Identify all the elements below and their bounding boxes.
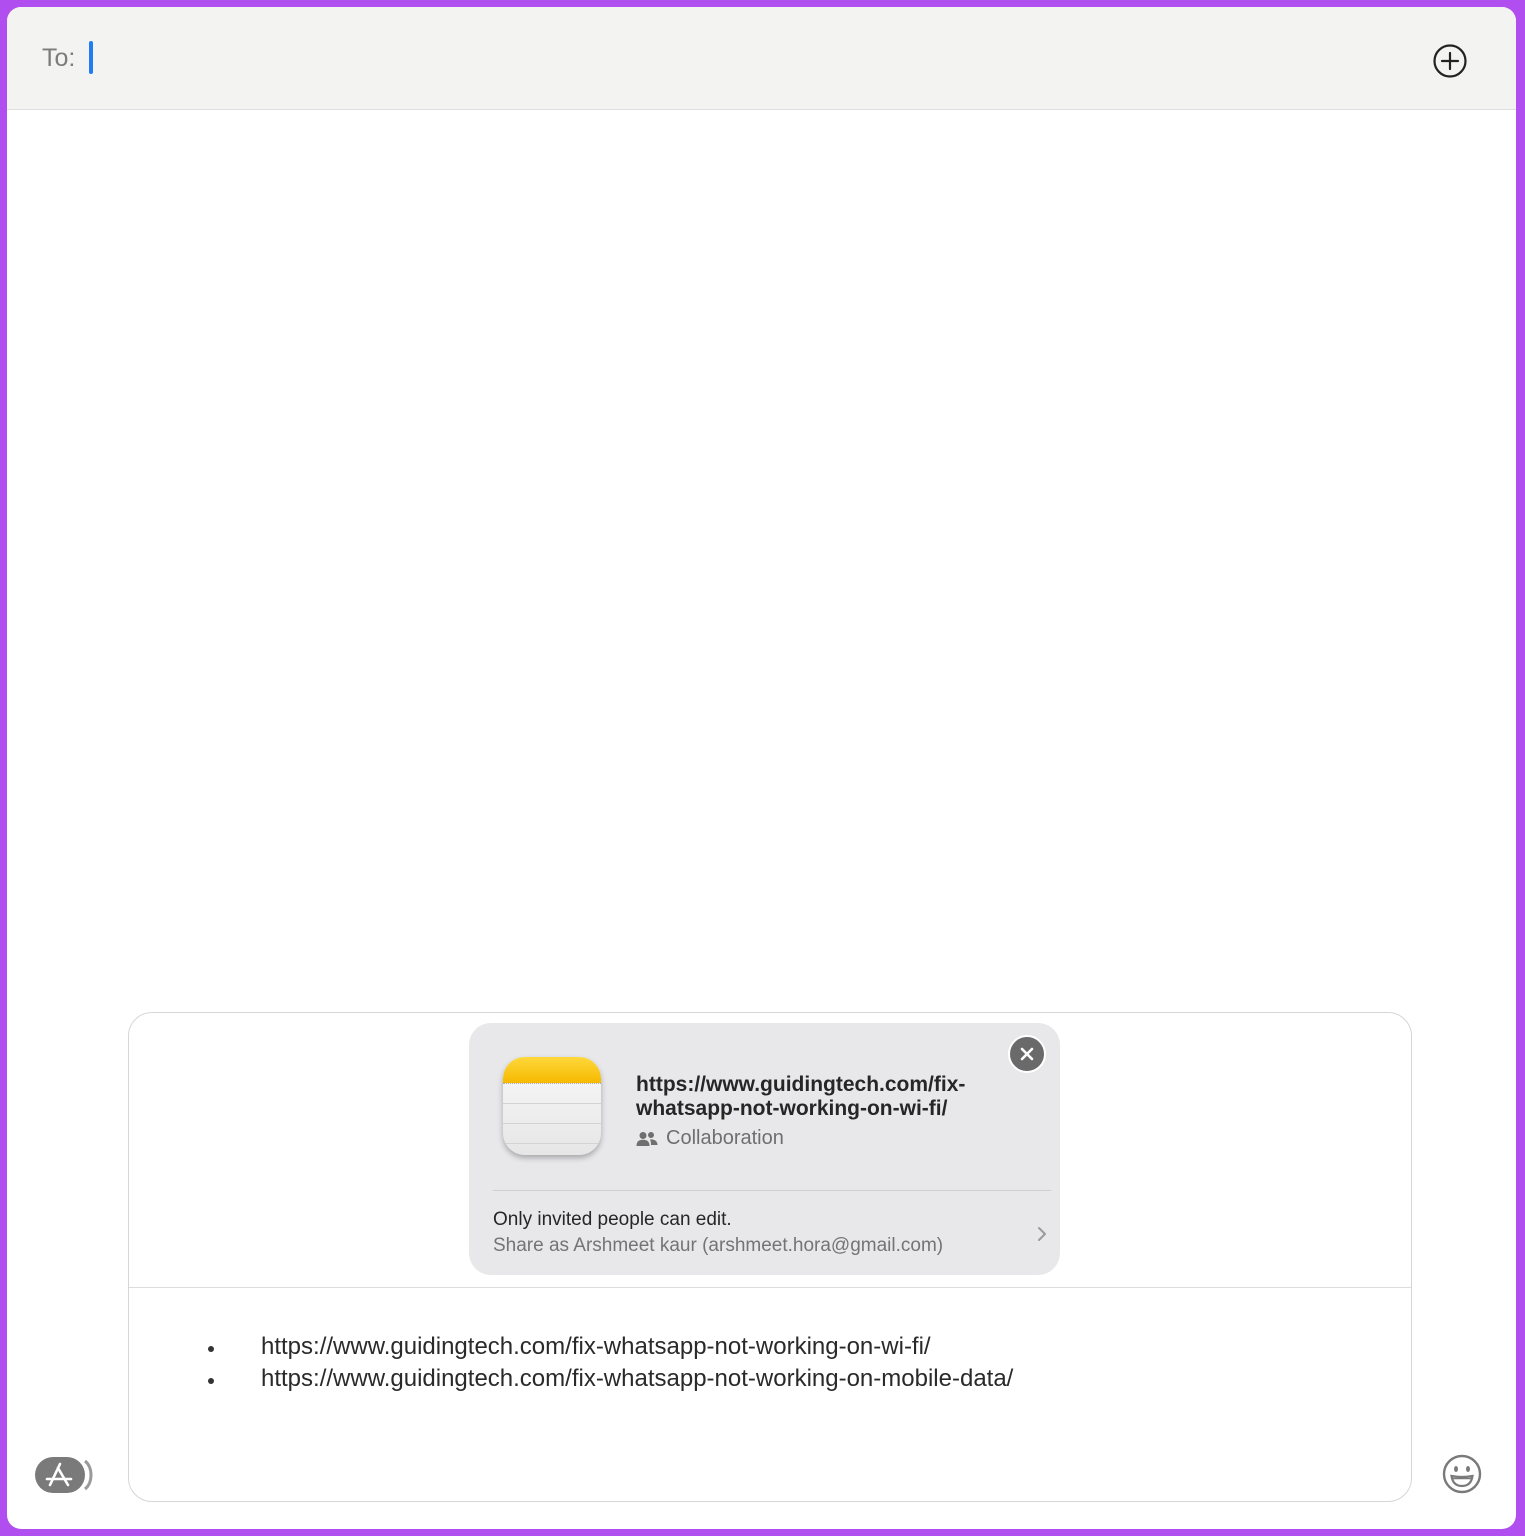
card-divider <box>493 1190 1051 1191</box>
people-icon <box>636 1131 658 1146</box>
messages-window: To: https://www.guidingtech.com/fix-what… <box>7 7 1516 1529</box>
app-store-icon[interactable] <box>35 1455 95 1495</box>
message-link-text[interactable]: https://www.guidingtech.com/fix-whatsapp… <box>261 1363 1013 1395</box>
bullet-point <box>208 1378 214 1384</box>
close-icon[interactable] <box>1008 1035 1046 1073</box>
message-link-text[interactable]: https://www.guidingtech.com/fix-whatsapp… <box>261 1331 931 1363</box>
message-text-list[interactable]: https://www.guidingtech.com/fix-whatsapp… <box>129 1331 1411 1395</box>
collaboration-title: https://www.guidingtech.com/fix-whatsapp… <box>636 1073 966 1120</box>
compose-divider <box>129 1287 1411 1288</box>
compose-box[interactable]: https://www.guidingtech.com/fix-whatsapp… <box>128 1012 1412 1502</box>
recipient-input-caret[interactable] <box>89 41 93 74</box>
collaboration-label: Collaboration <box>666 1127 784 1149</box>
bullet-point <box>208 1346 214 1352</box>
chevron-right-icon[interactable] <box>1035 1224 1049 1244</box>
edit-permission-text[interactable]: Only invited people can edit. <box>493 1209 732 1231</box>
to-label: To: <box>42 44 76 72</box>
collaboration-subtitle: Collaboration <box>636 1127 784 1150</box>
plus-circle-icon[interactable] <box>1432 43 1468 79</box>
share-as-text[interactable]: Share as Arshmeet kaur (arshmeet.hora@gm… <box>493 1235 943 1257</box>
collaboration-card[interactable]: https://www.guidingtech.com/fix-whatsapp… <box>469 1023 1060 1275</box>
list-item[interactable]: https://www.guidingtech.com/fix-whatsapp… <box>129 1363 1411 1395</box>
recipient-header: To: <box>7 7 1516 110</box>
list-item[interactable]: https://www.guidingtech.com/fix-whatsapp… <box>129 1331 1411 1363</box>
notes-app-icon <box>503 1057 601 1155</box>
emoji-icon[interactable] <box>1441 1453 1483 1495</box>
